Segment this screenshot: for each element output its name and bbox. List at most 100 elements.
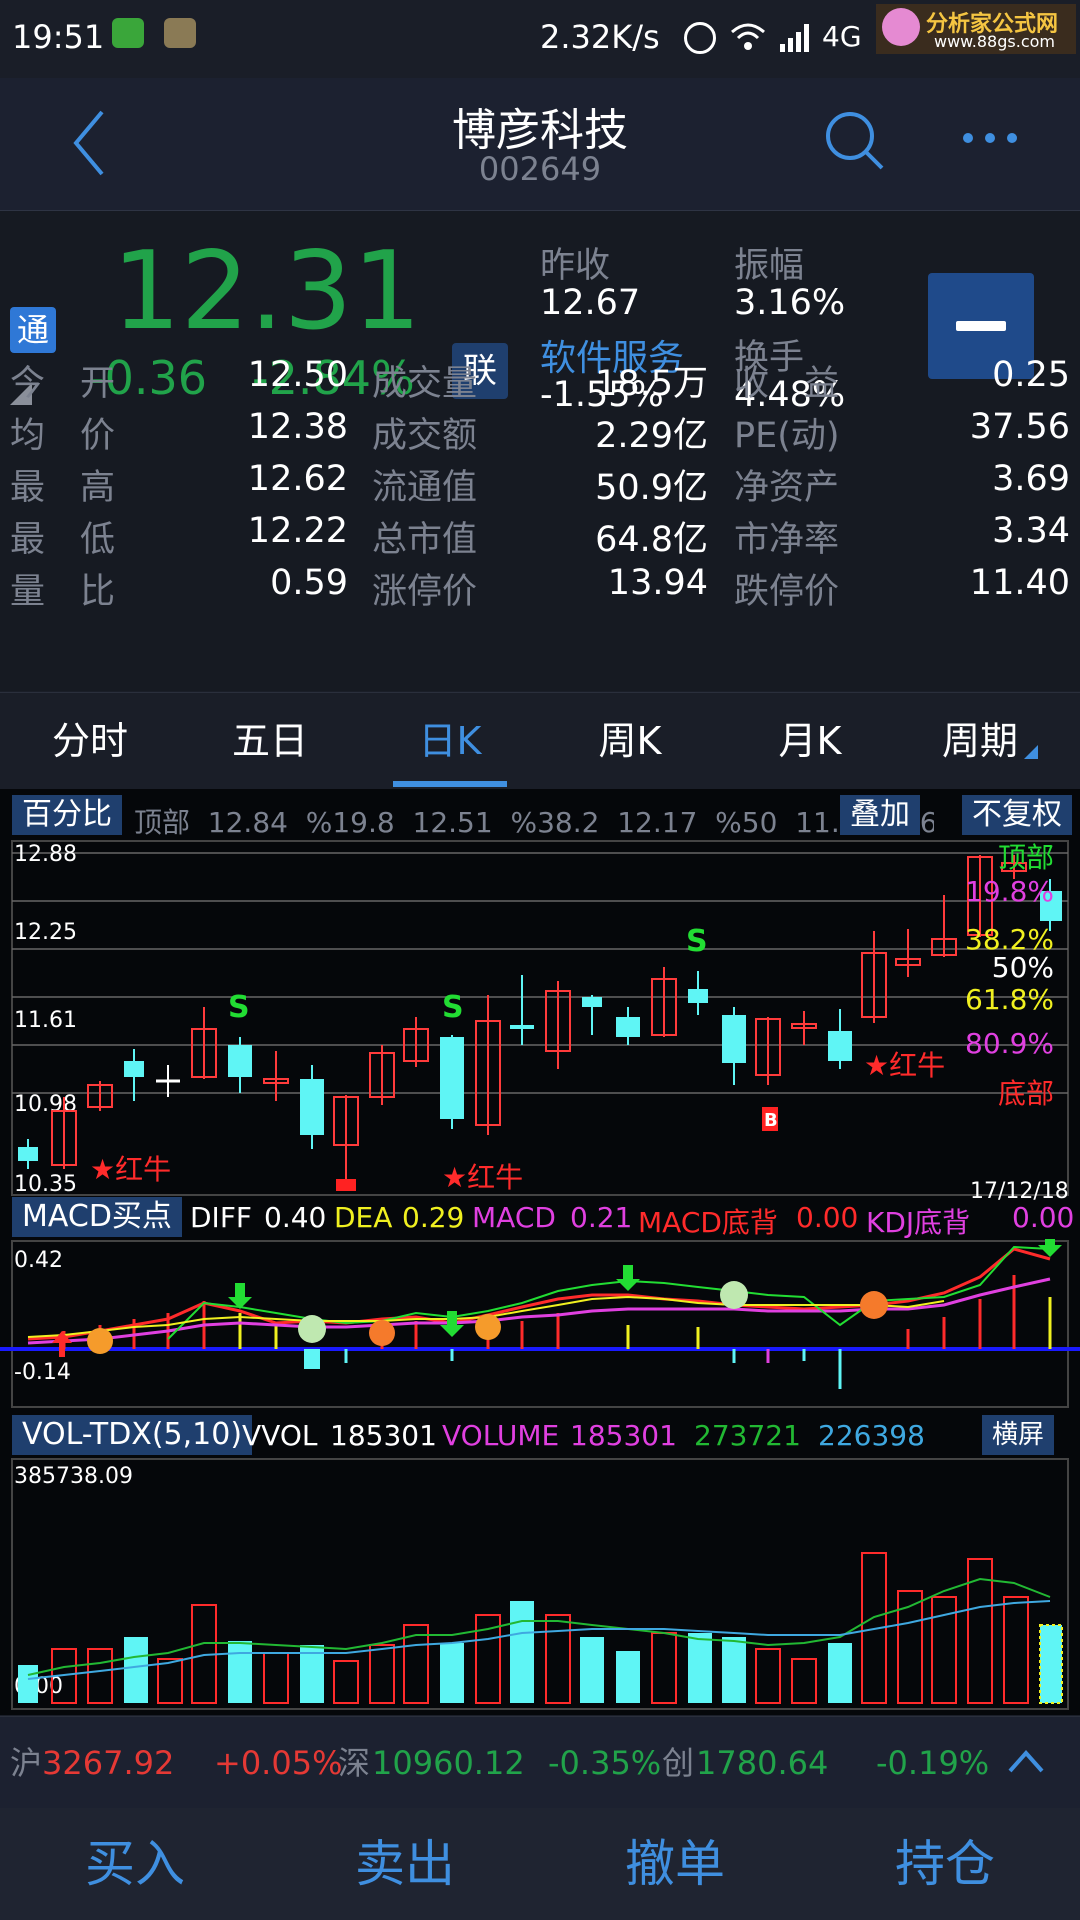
macd-y-bottom: -0.14 — [14, 1360, 71, 1385]
stat-value: 12.22 — [247, 511, 348, 551]
network-type: 4G — [822, 20, 862, 53]
wifi-icon — [731, 23, 765, 50]
signal-marker — [336, 1179, 356, 1191]
level-50: 50% — [992, 951, 1054, 984]
tab-intraday[interactable]: 分时 — [0, 693, 180, 789]
candle — [510, 1025, 534, 1029]
chart-area: 百分比 顶部 12.84 %19.8 12.51 %38.2 12.17 %50… — [0, 789, 1080, 1715]
amplitude-label: 振幅 — [734, 246, 805, 286]
percent-button[interactable]: 百分比 — [12, 795, 122, 835]
sell-signal: S — [442, 990, 464, 1025]
stat-value: 0.59 — [270, 563, 348, 603]
buy-button[interactable]: 买入 — [0, 1808, 270, 1920]
stat-label: 最 高 — [10, 468, 116, 508]
level-19-8: 19.8% — [965, 875, 1054, 908]
kdj-bottom-div-label: KDJ底背 — [866, 1206, 971, 1239]
dea-line — [27, 1277, 1051, 1345]
red-bull-signal: ★红牛 — [864, 1049, 945, 1082]
more-icon[interactable] — [960, 128, 1020, 148]
gem-icon — [298, 1315, 326, 1343]
overlay-button[interactable]: 叠加 — [840, 795, 920, 835]
tab-daily-k[interactable]: 日K — [360, 693, 540, 789]
vol-ma5-value: 273721 — [694, 1419, 801, 1452]
amplitude-value: 3.16% — [734, 283, 846, 323]
stat-label: PE(动) — [734, 416, 840, 456]
stat-label: 今 开 — [10, 364, 116, 404]
level-61-8: 61.8% — [965, 983, 1054, 1016]
cy-index-change: -0.19% — [876, 1744, 990, 1782]
stat-value: 3.34 — [992, 511, 1070, 551]
vvol-value: 185301 — [330, 1419, 437, 1452]
stat-label: 市净率 — [734, 520, 840, 560]
stat-label: 涨停价 — [372, 572, 478, 612]
stat-label: 成交量 — [372, 364, 478, 404]
prev-close-label: 昨收 — [540, 246, 611, 286]
stat-value: 2.29亿 — [595, 416, 708, 456]
y-label-bottom: 10.35 — [14, 1172, 77, 1197]
search-icon[interactable] — [822, 108, 886, 172]
red-bull-signal: ★红牛 — [442, 1161, 523, 1194]
chevron-up-icon[interactable] — [1006, 1745, 1046, 1777]
clock: 19:51 — [12, 18, 105, 56]
stat-label: 收 益 — [734, 364, 840, 404]
sh-index-value: 3267.92 — [42, 1744, 175, 1782]
app-notification-icon — [164, 18, 196, 48]
level-80-9: 80.9% — [965, 1027, 1054, 1060]
stat-value: 11.40 — [969, 563, 1070, 603]
diff-label: DIFF — [190, 1201, 253, 1234]
sz-index-value: 10960.12 — [372, 1744, 525, 1782]
wechat-icon — [112, 18, 144, 48]
watermark-url: www.88gs.com — [934, 32, 1055, 51]
candle — [828, 1031, 852, 1061]
tab-period[interactable]: 周期 — [900, 693, 1060, 789]
no-adjust-button[interactable]: 不复权 — [962, 795, 1072, 835]
stock-header: 博彦科技 002649 — [0, 78, 1080, 211]
vol-indicator-button[interactable]: VOL-TDX(5,10) — [12, 1415, 253, 1455]
macd-header: MACD买点 DIFF 0.40 DEA 0.29 MACD 0.21 MACD… — [0, 1179, 1080, 1239]
stat-label: 流通值 — [372, 468, 478, 508]
tong-badge[interactable]: 通 — [10, 307, 56, 353]
candle — [722, 1015, 746, 1063]
stat-label: 量 比 — [10, 572, 116, 612]
tab-five-day[interactable]: 五日 — [180, 693, 360, 789]
y-label-top: 12.88 — [14, 842, 77, 867]
stat-value: 3.69 — [992, 459, 1070, 499]
sell-signal: S — [228, 990, 250, 1025]
macd-value: 0.21 — [570, 1201, 633, 1234]
stat-label: 最 低 — [10, 520, 116, 560]
stat-label: 成交额 — [372, 416, 478, 456]
sell-signal: S — [686, 924, 708, 959]
macd-bottom-div-value: 0.00 — [796, 1201, 859, 1234]
flower-icon — [882, 8, 920, 46]
volume-value: 185301 — [570, 1419, 677, 1452]
signal-icon — [780, 24, 809, 52]
sh-index-label: 沪 — [10, 1744, 43, 1782]
status-bar: 19:51 2.32K/s 4G 分析家公式网 www.88gs.com — [0, 0, 1080, 78]
landscape-button[interactable]: 横屏 — [982, 1415, 1055, 1455]
macd-bottom-div-label: MACD底背 — [638, 1206, 778, 1239]
gem-icon — [860, 1291, 888, 1319]
current-price: 12.31 — [112, 229, 422, 354]
candle — [300, 1079, 324, 1135]
sz-index-change: -0.35% — [548, 1744, 662, 1782]
candle — [582, 997, 602, 1007]
sell-button[interactable]: 卖出 — [270, 1808, 540, 1920]
volume-chart[interactable]: 385738.09 0.00 — [0, 1457, 1080, 1715]
candle — [688, 989, 708, 1003]
vvol-label: VVOL — [242, 1419, 318, 1452]
network-speed: 2.32K/s — [540, 18, 660, 56]
quote-panel: 通 12.31 -0.36 -2.84% 联 昨收 12.67 软件服务 -1.… — [0, 211, 1080, 691]
cancel-order-button[interactable]: 撤单 — [540, 1808, 810, 1920]
tab-weekly-k[interactable]: 周K — [540, 693, 720, 789]
back-icon[interactable] — [70, 108, 110, 178]
volume-label: VOLUME — [442, 1419, 560, 1452]
stat-value: 0.25 — [992, 355, 1070, 395]
volume-header: VOL-TDX(5,10) VVOL 185301 VOLUME 185301 … — [0, 1411, 1080, 1457]
minus-icon — [956, 321, 1006, 331]
tab-monthly-k[interactable]: 月K — [720, 693, 900, 789]
macd-chart[interactable]: 0.42 -0.14 — [0, 1239, 1080, 1409]
positions-button[interactable]: 持仓 — [810, 1808, 1080, 1920]
macd-buy-button[interactable]: MACD买点 — [12, 1197, 182, 1237]
market-index-bar[interactable]: 沪 3267.92 +0.05% 深 10960.12 -0.35% 创 178… — [0, 1716, 1080, 1809]
kdj-bottom-div-value: 0.00 — [1012, 1201, 1075, 1234]
